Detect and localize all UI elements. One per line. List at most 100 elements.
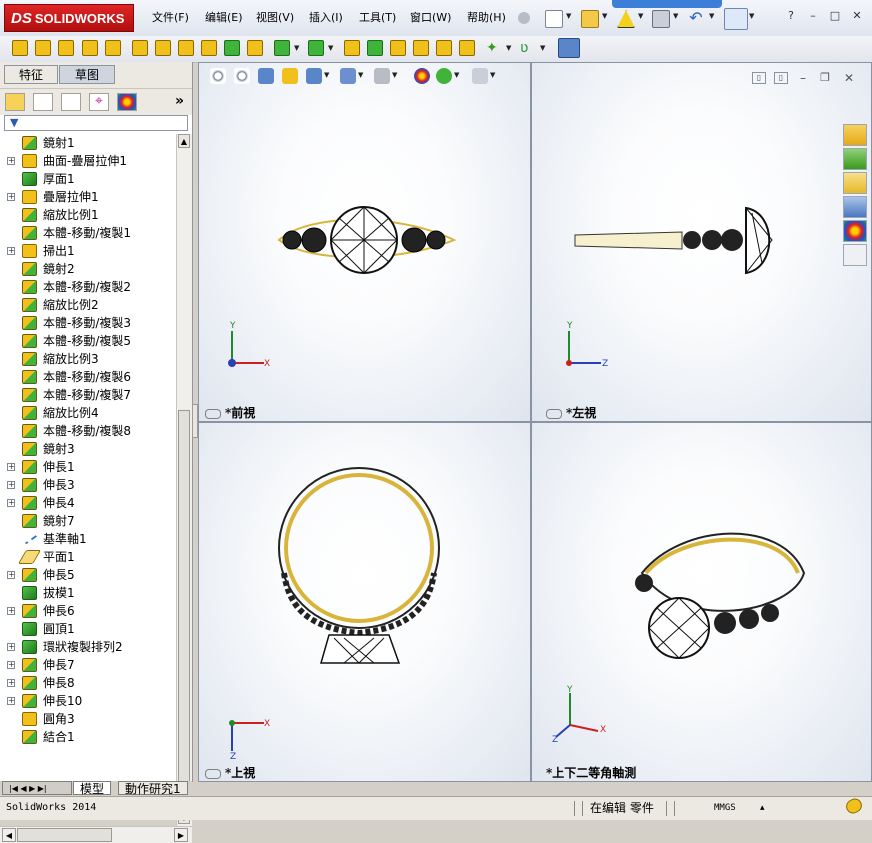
tree-item[interactable]: 本體-移動/複製5 [0, 332, 176, 350]
rib-icon[interactable] [344, 40, 360, 56]
lofted-boss-icon[interactable] [82, 40, 98, 56]
tree-item[interactable]: 基準軸1 [0, 528, 176, 548]
propertymanager-icon[interactable] [33, 93, 53, 111]
view-settings-caret-icon[interactable]: ▼ [490, 71, 495, 79]
menu-insert[interactable]: 插入(I) [309, 9, 343, 27]
view-settings-icon[interactable] [472, 68, 488, 84]
view-orientation-icon[interactable] [306, 68, 322, 84]
scene-caret-icon[interactable]: ▼ [454, 71, 459, 79]
tree-item[interactable]: 圓頂1 [0, 620, 176, 638]
shell-icon[interactable] [390, 40, 406, 56]
tree-scroll-thumb[interactable] [178, 410, 190, 810]
scroll-up-arrow-icon[interactable]: ▲ [178, 134, 190, 148]
link-views-icon[interactable] [546, 408, 562, 419]
hide-show-caret-icon[interactable]: ▼ [392, 71, 397, 79]
horizontal-scroll-thumb[interactable] [17, 828, 112, 842]
boundary-boss-icon[interactable] [105, 40, 121, 56]
sketch-toggle-icon[interactable] [558, 38, 580, 58]
tab-sketch[interactable]: 草图 [59, 65, 115, 84]
zoom-to-fit-icon[interactable] [210, 68, 226, 84]
viewport-close-icon[interactable]: ✕ [842, 72, 856, 84]
help-notification-bubble[interactable] [612, 0, 722, 8]
viewport-isometric[interactable]: Y X Z *上下二等角軸測 [531, 422, 872, 782]
hide-show-items-icon[interactable] [374, 68, 390, 84]
open-caret-icon[interactable]: ▼ [602, 12, 607, 20]
expand-plus-icon[interactable]: + [7, 247, 15, 255]
minimize-button[interactable]: – [804, 8, 822, 24]
tree-item[interactable]: 本體-移動/複製3 [0, 314, 176, 332]
expand-plus-icon[interactable]: + [7, 157, 15, 165]
menu-view[interactable]: 视图(V) [256, 9, 294, 27]
viewport-front[interactable]: Y X *前視 [198, 62, 531, 422]
solidworks-logo[interactable]: DS SOLIDWORKS [4, 4, 134, 32]
undo-icon[interactable]: ↶ [688, 10, 704, 26]
link-views-icon[interactable] [205, 408, 221, 419]
intersect-icon[interactable] [436, 40, 452, 56]
solidworks-resources-icon[interactable] [843, 124, 867, 146]
linear-pattern-icon[interactable] [308, 40, 324, 56]
viewport-minimize-icon[interactable]: – [796, 72, 810, 84]
extruded-cut-icon[interactable] [132, 40, 148, 56]
view-palette-icon[interactable] [843, 196, 867, 218]
scroll-left-arrow-icon[interactable]: ◀ [2, 828, 16, 842]
status-units[interactable]: MMGS [714, 800, 736, 816]
draft-icon[interactable] [367, 40, 383, 56]
expand-plus-icon[interactable]: + [7, 661, 15, 669]
menu-edit[interactable]: 编辑(E) [205, 9, 243, 27]
tab-model[interactable]: 模型 [73, 781, 112, 796]
expand-plus-icon[interactable]: + [7, 679, 15, 687]
tree-item[interactable]: 縮放比例1 [0, 206, 176, 224]
print-caret-icon[interactable]: ▼ [673, 12, 678, 20]
fillet-icon[interactable] [247, 40, 263, 56]
tree-item[interactable]: 縮放比例2 [0, 296, 176, 314]
tree-item[interactable]: + 掃出1 [0, 242, 176, 260]
viewport-single-view-icon[interactable]: ▯ [752, 72, 766, 84]
previous-view-icon[interactable] [258, 68, 274, 84]
select-pointer-icon[interactable] [724, 8, 748, 30]
new-caret-icon[interactable]: ▼ [566, 12, 571, 20]
menu-file[interactable]: 文件(F) [152, 9, 189, 27]
refgeom-caret-icon[interactable]: ▼ [294, 44, 299, 52]
file-explorer-icon[interactable] [843, 172, 867, 194]
print-icon[interactable] [652, 10, 670, 28]
menu-window[interactable]: 窗口(W) [410, 9, 451, 27]
expand-plus-icon[interactable]: + [7, 463, 15, 471]
tree-item[interactable]: 拔模1 [0, 584, 176, 602]
menu-help[interactable]: 帮助(H) [467, 9, 506, 27]
tree-item[interactable]: + 伸長1 [0, 458, 176, 476]
tab-features[interactable]: 特征 [4, 65, 58, 84]
expand-more-icon[interactable]: » [175, 93, 184, 109]
new-document-icon[interactable] [545, 10, 563, 28]
expand-plus-icon[interactable]: + [7, 697, 15, 705]
tree-item[interactable]: + 曲面-疊層拉伸1 [0, 152, 176, 170]
filter-input[interactable]: ▼ [4, 115, 188, 131]
tree-item[interactable]: + 伸長5 [0, 566, 176, 584]
expand-plus-icon[interactable]: + [7, 499, 15, 507]
display-style-caret-icon[interactable]: ▼ [358, 71, 363, 79]
tree-item[interactable]: + 環狀複製排列2 [0, 638, 176, 656]
custom-properties-icon[interactable] [843, 244, 867, 266]
warning-caret-icon[interactable]: ▼ [638, 12, 643, 20]
maximize-button[interactable]: □ [826, 8, 844, 24]
tree-vertical-scrollbar[interactable]: ▲ ▼ [176, 134, 192, 826]
tree-item[interactable]: 圓角3 [0, 710, 176, 728]
configurationmanager-icon[interactable] [61, 93, 81, 111]
tree-item[interactable]: + 疊層拉伸1 [0, 188, 176, 206]
tree-item[interactable]: + 伸長7 [0, 656, 176, 674]
tree-item[interactable]: 鏡射1 [0, 134, 176, 152]
apply-scene-icon[interactable] [436, 68, 452, 84]
tree-item[interactable]: + 伸長10 [0, 692, 176, 710]
tree-item[interactable]: 本體-移動/複製8 [0, 422, 176, 440]
expand-plus-icon[interactable]: + [7, 571, 15, 579]
viewport-two-view-icon[interactable]: ▯ [774, 72, 788, 84]
design-library-icon[interactable] [843, 148, 867, 170]
close-button[interactable]: ✕ [848, 8, 866, 24]
tab-navigation-arrows[interactable]: |◀ ◀ ▶ ▶| [2, 781, 72, 795]
lofted-cut-icon[interactable] [201, 40, 217, 56]
tree-item[interactable]: 鏡射7 [0, 512, 176, 530]
viewport-left[interactable]: Y Z *左視 [531, 62, 872, 422]
tree-item[interactable]: 縮放比例4 [0, 404, 176, 422]
rebuild-tag-icon[interactable] [843, 795, 865, 817]
undo-caret-icon[interactable]: ▼ [709, 12, 714, 20]
dimxpert-icon[interactable]: ⌖ [89, 93, 109, 111]
